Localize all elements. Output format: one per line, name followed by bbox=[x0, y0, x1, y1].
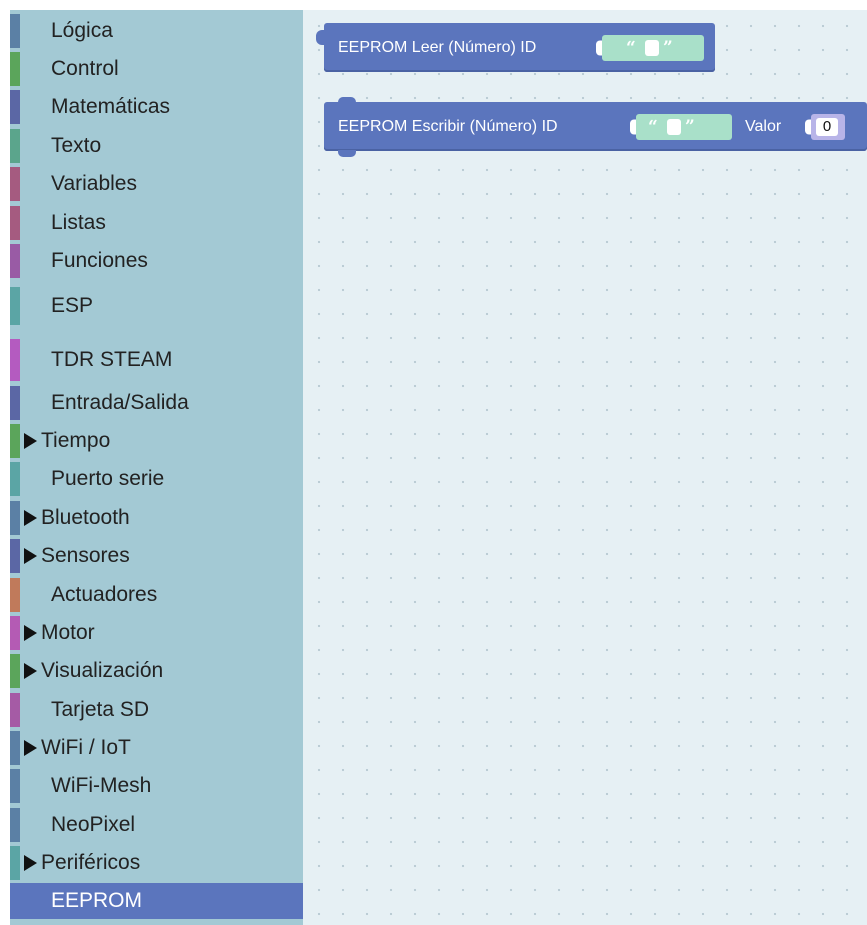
category-color-stripe bbox=[10, 90, 20, 124]
category-color-stripe bbox=[10, 808, 20, 842]
category-color-stripe bbox=[10, 386, 20, 420]
category-label: TDR STEAM bbox=[51, 348, 173, 371]
category-color-stripe bbox=[10, 129, 20, 163]
category-label: Matemáticas bbox=[51, 95, 171, 118]
blockly-editor: Lógica Control Matemáticas Texto Variables Li… bbox=[0, 0, 867, 925]
category-color-stripe bbox=[10, 287, 20, 325]
category-color-stripe bbox=[10, 693, 20, 727]
next-connector bbox=[338, 150, 356, 157]
expand-arrow-icon[interactable] bbox=[24, 855, 37, 871]
expand-arrow-icon[interactable] bbox=[24, 510, 37, 526]
id-text-field[interactable] bbox=[667, 118, 681, 135]
category-wifi-mesh[interactable]: WiFi-Mesh bbox=[10, 767, 303, 805]
category-color-stripe bbox=[10, 462, 20, 496]
category-lógica[interactable]: Lógica bbox=[10, 12, 303, 50]
category-label: Entrada/Salida bbox=[51, 391, 189, 414]
category-color-stripe bbox=[10, 501, 20, 535]
category-label: Variables bbox=[51, 172, 137, 195]
category-eeprom[interactable]: EEPROM bbox=[10, 883, 303, 919]
open-quote-icon: “ bbox=[626, 37, 636, 58]
category-periféricos[interactable]: Periféricos bbox=[10, 844, 303, 882]
category-label: ESP bbox=[51, 294, 94, 317]
close-quote-icon: ” bbox=[663, 37, 673, 58]
category-listas[interactable]: Listas bbox=[10, 204, 303, 242]
eeprom-read-block[interactable]: EEPROM Leer (Número) ID “ ” bbox=[316, 23, 715, 72]
category-color-stripe bbox=[10, 769, 20, 803]
expand-arrow-icon[interactable] bbox=[24, 740, 37, 756]
category-puerto-serie[interactable]: Puerto serie bbox=[10, 460, 303, 498]
category-tarjeta-sd[interactable]: Tarjeta SD bbox=[10, 691, 303, 729]
category-color-stripe bbox=[10, 654, 20, 688]
category-label: NeoPixel bbox=[51, 813, 136, 836]
category-label: Sensores bbox=[41, 544, 130, 567]
category-color-stripe bbox=[10, 52, 20, 86]
category-color-stripe bbox=[10, 424, 20, 458]
category-actuadores[interactable]: Actuadores bbox=[10, 576, 303, 614]
category-label: Periféricos bbox=[41, 851, 141, 874]
category-tiempo[interactable]: Tiempo bbox=[10, 422, 303, 460]
category-label: Tiempo bbox=[41, 429, 111, 452]
category-visualización[interactable]: Visualización bbox=[10, 652, 303, 690]
category-label: WiFi / IoT bbox=[41, 736, 131, 759]
category-label: Tarjeta SD bbox=[51, 698, 150, 721]
category-color-stripe bbox=[10, 167, 20, 201]
category-wifi-iot[interactable]: WiFi / IoT bbox=[10, 729, 303, 767]
category-label: Texto bbox=[51, 134, 102, 157]
category-label: Lógica bbox=[51, 19, 113, 42]
category-color-stripe bbox=[10, 339, 20, 381]
category-tdr-steam[interactable]: TDR STEAM bbox=[10, 337, 303, 383]
category-color-stripe bbox=[10, 616, 20, 650]
category-motor[interactable]: Motor bbox=[10, 614, 303, 652]
category-esp[interactable]: ESP bbox=[10, 285, 303, 327]
category-matemáticas[interactable]: Matemáticas bbox=[10, 88, 303, 126]
category-entrada-salida[interactable]: Entrada/Salida bbox=[10, 384, 303, 422]
category-color-stripe bbox=[10, 731, 20, 765]
expand-arrow-icon[interactable] bbox=[24, 625, 37, 641]
eeprom-write-block[interactable]: EEPROM Escribir (Número) ID “ ” Valor 0 bbox=[324, 97, 867, 157]
category-label: EEPROM bbox=[51, 889, 143, 912]
value-number-field[interactable]: 0 bbox=[816, 117, 838, 136]
category-sensores[interactable]: Sensores bbox=[10, 537, 303, 575]
category-color-stripe bbox=[10, 206, 20, 240]
output-connector bbox=[316, 30, 325, 45]
category-texto[interactable]: Texto bbox=[10, 127, 303, 165]
category-control[interactable]: Control bbox=[10, 50, 303, 88]
expand-arrow-icon[interactable] bbox=[24, 548, 37, 564]
category-label: Listas bbox=[51, 211, 106, 234]
id-string-block[interactable]: “ ” bbox=[602, 34, 704, 61]
previous-connector bbox=[338, 97, 356, 103]
category-color-stripe bbox=[10, 539, 20, 573]
category-funciones[interactable]: Funciones bbox=[10, 242, 303, 280]
category-bluetooth[interactable]: Bluetooth bbox=[10, 499, 303, 537]
close-quote-icon: ” bbox=[685, 116, 695, 137]
category-label: Actuadores bbox=[51, 583, 158, 606]
category-label: Puerto serie bbox=[51, 467, 165, 490]
category-toolbox: Lógica Control Matemáticas Texto Variables Li… bbox=[10, 10, 303, 925]
category-color-stripe bbox=[10, 244, 20, 278]
value-label: Valor bbox=[745, 117, 782, 135]
category-label: Control bbox=[51, 57, 119, 80]
id-text-field[interactable] bbox=[645, 39, 659, 56]
expand-arrow-icon[interactable] bbox=[24, 663, 37, 679]
category-label: Motor bbox=[41, 621, 95, 644]
category-color-stripe bbox=[10, 846, 20, 880]
category-label: Visualización bbox=[41, 659, 164, 682]
eeprom-write-label: EEPROM Escribir (Número) ID bbox=[338, 117, 558, 135]
category-label: WiFi-Mesh bbox=[51, 774, 152, 797]
category-color-stripe bbox=[10, 14, 20, 48]
category-label: Bluetooth bbox=[41, 506, 130, 529]
category-variables[interactable]: Variables bbox=[10, 165, 303, 203]
category-neopixel[interactable]: NeoPixel bbox=[10, 806, 303, 844]
expand-arrow-icon[interactable] bbox=[24, 433, 37, 449]
eeprom-read-label: EEPROM Leer (Número) ID bbox=[338, 38, 537, 56]
category-color-stripe bbox=[10, 578, 20, 612]
open-quote-icon: “ bbox=[648, 116, 658, 137]
id-string-block[interactable]: “ ” bbox=[636, 113, 732, 140]
category-label: Funciones bbox=[51, 249, 148, 272]
value-number-block[interactable]: 0 bbox=[811, 113, 845, 140]
block-workspace[interactable]: EEPROM Leer (Número) ID “ ” EEPROM Escri… bbox=[303, 10, 867, 925]
